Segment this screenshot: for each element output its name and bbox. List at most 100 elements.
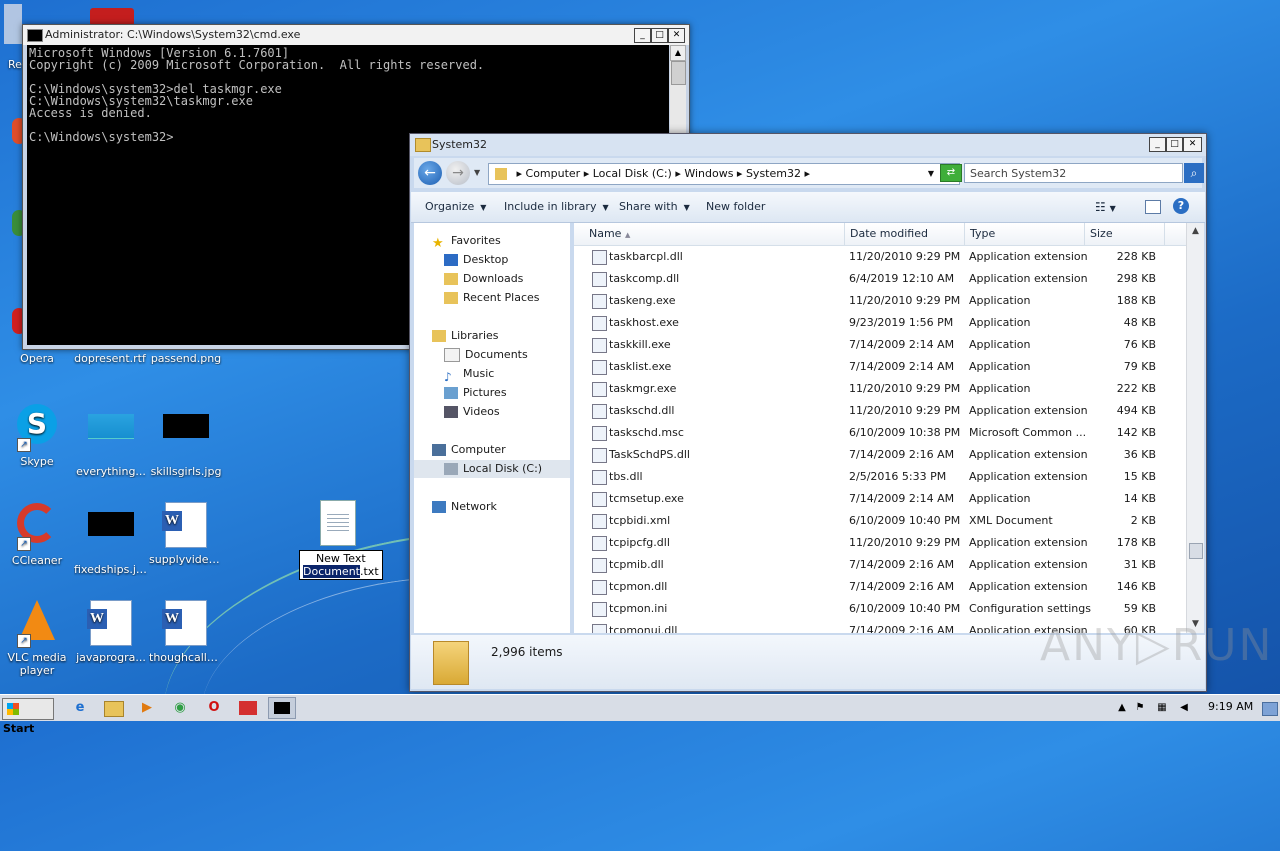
internet-explorer-icon[interactable]: e <box>66 697 94 719</box>
desktop-icon-supplyvideo[interactable]: W supplyvideo... <box>149 500 223 566</box>
new-folder-button[interactable]: New folder <box>706 200 765 213</box>
nav-music[interactable]: ♪ Music <box>444 365 494 384</box>
scroll-thumb[interactable] <box>1189 543 1203 559</box>
show-desktop-button[interactable] <box>1262 702 1278 716</box>
maximize-button[interactable]: □ <box>651 28 668 43</box>
minimize-button[interactable]: _ <box>1149 137 1166 152</box>
nav-libraries[interactable]: Libraries <box>432 327 499 345</box>
maximize-button[interactable]: □ <box>1166 137 1183 152</box>
table-row[interactable]: tasklist.exe 7/14/2009 2:14 AM Application… <box>574 356 1186 378</box>
table-row[interactable]: TaskSchdPS.dll 7/14/2009 2:16 AM Applicati… <box>574 444 1186 466</box>
file-name: taskeng.exe <box>609 294 676 307</box>
desktop-icon-skillsgirls[interactable]: skillsgirls.jpg <box>149 402 223 478</box>
nav-label: Libraries <box>451 329 499 342</box>
recent-pages-chevron-icon[interactable]: ▼ <box>474 168 480 177</box>
explorer-window[interactable]: System32 _ □ ✕ ← → ▼ ▸ Computer ▸ Local … <box>409 133 1207 692</box>
search-icon[interactable]: ⌕ <box>1184 163 1204 183</box>
table-row[interactable]: tcpipcfg.dll 11/20/2010 9:29 PM Applicatio… <box>574 532 1186 554</box>
explorer-titlebar[interactable]: System32 _ □ ✕ <box>410 134 1206 156</box>
table-row[interactable]: tbs.dll 2/5/2016 5:33 PM Application exten… <box>574 466 1186 488</box>
nav-pictures[interactable]: Pictures <box>444 384 507 402</box>
cmd-taskbar-icon[interactable] <box>268 697 296 719</box>
table-row[interactable]: tcpmon.dll 7/14/2009 2:16 AM Application e… <box>574 576 1186 598</box>
column-type[interactable]: Type <box>965 223 1085 245</box>
app-taskbar-icon[interactable] <box>234 697 262 719</box>
desktop-icon-dopresent[interactable]: dopresent.rtf <box>73 352 147 365</box>
table-row[interactable]: taskmgr.exe 11/20/2010 9:29 PM Application… <box>574 378 1186 400</box>
desktop-icon-ccleaner[interactable]: ↗ CCleaner <box>0 500 74 567</box>
file-list-scrollbar[interactable]: ▲ ▼ <box>1186 223 1204 633</box>
nav-videos[interactable]: Videos <box>444 403 500 421</box>
preview-pane-icon[interactable] <box>1145 200 1161 214</box>
table-row[interactable]: taskschd.msc 6/10/2009 10:38 PM Microsoft … <box>574 422 1186 444</box>
desktop-icon-passend[interactable]: passend.png <box>149 352 223 365</box>
nav-local-disk[interactable]: Local Disk (C:) <box>414 460 570 478</box>
share-with-button[interactable]: Share with ▼ <box>619 200 690 213</box>
table-row[interactable]: taskbarcpl.dll 11/20/2010 9:29 PM Applicat… <box>574 246 1186 268</box>
nav-documents[interactable]: Documents <box>444 346 528 364</box>
organize-button[interactable]: Organize ▼ <box>425 200 486 213</box>
address-bar-area: ← → ▼ ▸ Computer ▸ Local Disk (C:) ▸ Win… <box>414 158 1204 188</box>
scroll-up-icon[interactable]: ▲ <box>670 45 686 61</box>
address-dropdown-icon[interactable]: ▼ <box>928 164 934 184</box>
close-button[interactable]: ✕ <box>668 28 685 43</box>
desktop-icon-skype[interactable]: S ↗ Skype <box>0 402 74 468</box>
nav-desktop[interactable]: Desktop <box>444 251 508 269</box>
pictures-icon <box>444 387 458 399</box>
table-row[interactable]: tcpbidi.xml 6/10/2009 10:40 PM XML Documen… <box>574 510 1186 532</box>
chrome-icon[interactable]: ◉ <box>166 697 194 719</box>
column-name[interactable]: Name ▲ <box>579 223 845 245</box>
recycle-bin-icon[interactable] <box>4 4 22 44</box>
file-type: Application extension <box>969 448 1088 461</box>
media-player-icon[interactable]: ▶ <box>133 697 161 719</box>
opera-taskbar-icon[interactable]: O <box>200 697 228 719</box>
forward-button[interactable]: → <box>446 161 470 185</box>
table-row[interactable]: tcpmon.ini 6/10/2009 10:40 PM Configuratio… <box>574 598 1186 620</box>
scroll-thumb[interactable] <box>671 61 686 85</box>
column-date-modified[interactable]: Date modified <box>845 223 965 245</box>
table-row[interactable]: taskhost.exe 9/23/2019 1:56 PM Application… <box>574 312 1186 334</box>
explorer-taskbar-icon[interactable] <box>100 697 128 719</box>
include-in-library-button[interactable]: Include in library ▼ <box>504 200 609 213</box>
rename-field[interactable]: New Text Document.txt <box>299 550 383 580</box>
table-row[interactable]: taskeng.exe 11/20/2010 9:29 PM Application… <box>574 290 1186 312</box>
file-name: tcpipcfg.dll <box>609 536 670 549</box>
image-file-icon <box>87 414 135 462</box>
scroll-up-icon[interactable]: ▲ <box>1187 223 1204 240</box>
column-size[interactable]: Size <box>1085 223 1165 245</box>
desktop-icon-thoughcalls[interactable]: W thoughcalls.rtf <box>149 598 223 664</box>
volume-icon[interactable]: ◀ <box>1170 697 1198 719</box>
desktop-icon-javaprogra[interactable]: W javaprogra... <box>74 598 148 664</box>
file-date: 7/14/2009 2:16 AM <box>849 448 955 461</box>
folder-icon <box>433 641 469 685</box>
folder-icon <box>495 168 507 180</box>
table-row[interactable]: taskcomp.dll 6/4/2019 12:10 AM Application… <box>574 268 1186 290</box>
clock[interactable]: 9:19 AM <box>1208 700 1253 713</box>
minimize-button[interactable]: _ <box>634 28 651 43</box>
cmd-titlebar[interactable]: Administrator: C:\Windows\System32\cmd.e… <box>23 25 689 45</box>
back-button[interactable]: ← <box>418 161 442 185</box>
view-options-icon[interactable]: ☷ ▼ <box>1095 200 1116 214</box>
desktop-icon-fixedships[interactable]: fixedships.jpg <box>74 500 148 576</box>
table-row[interactable]: taskkill.exe 7/14/2009 2:14 AM Application… <box>574 334 1186 356</box>
nav-downloads[interactable]: Downloads <box>444 270 523 288</box>
help-icon[interactable]: ? <box>1173 198 1189 214</box>
table-row[interactable]: taskschd.dll 11/20/2010 9:29 PM Applicatio… <box>574 400 1186 422</box>
search-input[interactable]: Search System32 <box>964 163 1183 183</box>
nav-favorites[interactable]: ★ Favorites <box>432 232 501 251</box>
desktop-icon-new-text-document[interactable]: New Text Document.txt <box>299 500 383 580</box>
address-breadcrumb[interactable]: ▸ Computer ▸ Local Disk (C:) ▸ Windows ▸… <box>488 163 960 185</box>
table-row[interactable]: tcmsetup.exe 7/14/2009 2:14 AM Application… <box>574 488 1186 510</box>
desktop-icon-everything[interactable]: everything... <box>74 402 148 478</box>
start-button[interactable]: Start <box>2 698 54 735</box>
nav-network[interactable]: Network <box>432 498 497 516</box>
table-row[interactable]: tcpmib.dll 7/14/2009 2:16 AM Application e… <box>574 554 1186 576</box>
nav-recent-places[interactable]: Recent Places <box>444 289 540 307</box>
file-date: 6/10/2009 10:40 PM <box>849 602 961 615</box>
refresh-button[interactable]: ⇄ <box>940 164 962 182</box>
desktop-icon-opera[interactable]: Opera <box>0 352 74 365</box>
desktop-icon-vlc[interactable]: ↗ VLC media player <box>0 598 74 677</box>
file-size: 146 KB <box>1116 580 1156 593</box>
nav-computer[interactable]: Computer <box>432 441 506 459</box>
close-button[interactable]: ✕ <box>1183 137 1202 152</box>
